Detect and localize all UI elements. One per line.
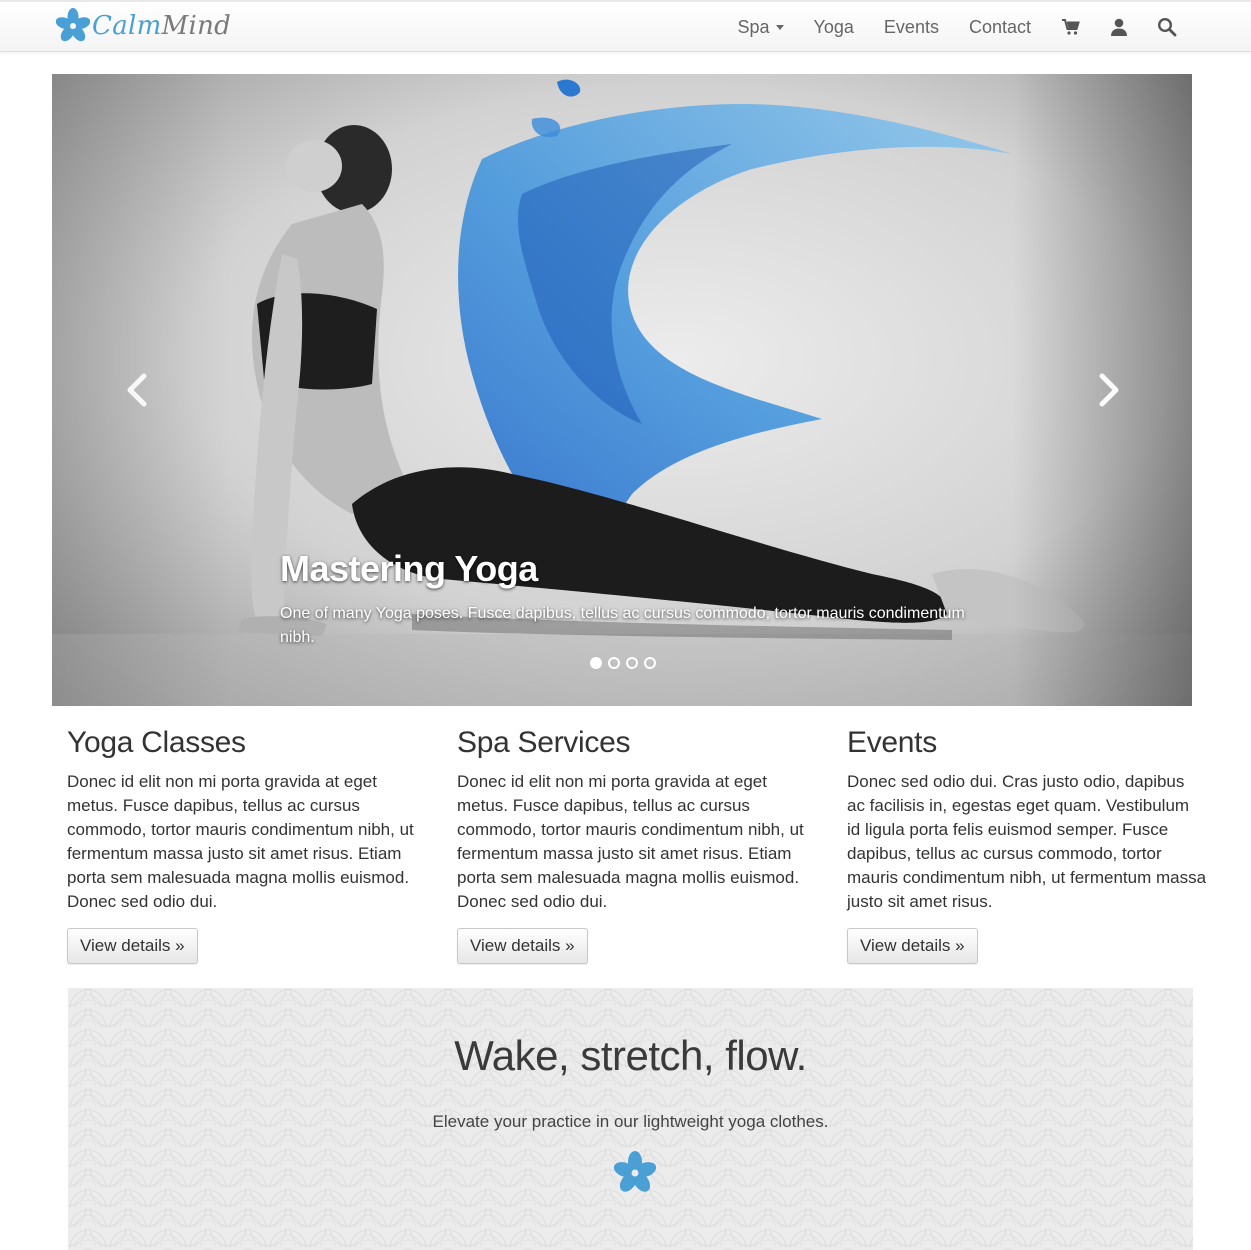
main-nav: Spa Yoga Events Contact — [738, 2, 1251, 52]
feature-title: Events — [847, 726, 937, 759]
promo-banner: Wake, stretch, flow. Elevate your practi… — [68, 988, 1193, 1250]
flower-logo-icon — [56, 8, 90, 42]
carousel-indicator[interactable] — [626, 657, 638, 669]
flower-icon — [614, 1151, 656, 1192]
caret-down-icon — [775, 24, 784, 30]
nav-yoga[interactable]: Yoga — [814, 17, 854, 38]
carousel-indicator[interactable] — [590, 657, 602, 669]
feature-text: Donec id elit non mi porta gravida at eg… — [67, 772, 414, 911]
chevron-left-icon — [127, 373, 147, 407]
nav-events[interactable]: Events — [884, 17, 939, 38]
cart-icon[interactable] — [1061, 17, 1081, 37]
view-details-button[interactable]: View details » — [847, 928, 978, 964]
carousel-indicator[interactable] — [644, 657, 656, 669]
feature-yoga-classes: Yoga Classes Donec id elit non mi porta … — [67, 726, 427, 964]
feature-spa-services: Spa Services Donec id elit non mi porta … — [457, 726, 817, 964]
brand-logo[interactable]: CalmMind — [56, 8, 231, 44]
nav-contact[interactable]: Contact — [969, 17, 1031, 38]
brand-name: CalmMind — [92, 11, 232, 41]
carousel-caption: Mastering Yoga One of many Yoga poses. F… — [280, 548, 970, 650]
view-details-button[interactable]: View details » — [67, 928, 198, 964]
carousel-indicators — [590, 657, 656, 669]
carousel-indicator[interactable] — [608, 657, 620, 669]
navbar: CalmMind Spa Yoga Events Contact — [0, 0, 1251, 52]
view-details-button[interactable]: View details » — [457, 928, 588, 964]
nav-spa-dropdown[interactable]: Spa — [738, 17, 784, 38]
feature-title: Yoga Classes — [67, 726, 246, 759]
carousel-prev-button[interactable] — [118, 370, 158, 410]
search-icon[interactable] — [1157, 17, 1177, 37]
hero-carousel: Mastering Yoga One of many Yoga poses. F… — [52, 74, 1192, 706]
feature-title: Spa Services — [457, 726, 631, 759]
feature-text: Donec sed odio dui. Cras justo odio, dap… — [847, 772, 1207, 911]
promo-heading: Wake, stretch, flow. — [454, 1032, 807, 1079]
carousel-next-button[interactable] — [1088, 370, 1128, 410]
user-icon[interactable] — [1109, 17, 1129, 37]
feature-text: Donec id elit non mi porta gravida at eg… — [457, 772, 804, 911]
chevron-right-icon — [1099, 373, 1119, 407]
carousel-title: Mastering Yoga — [280, 548, 538, 589]
feature-events: Events Donec sed odio dui. Cras justo od… — [847, 726, 1207, 964]
carousel-text: One of many Yoga poses. Fusce dapibus, t… — [280, 605, 965, 646]
promo-subtext: Elevate your practice in our lightweight… — [432, 1112, 829, 1131]
